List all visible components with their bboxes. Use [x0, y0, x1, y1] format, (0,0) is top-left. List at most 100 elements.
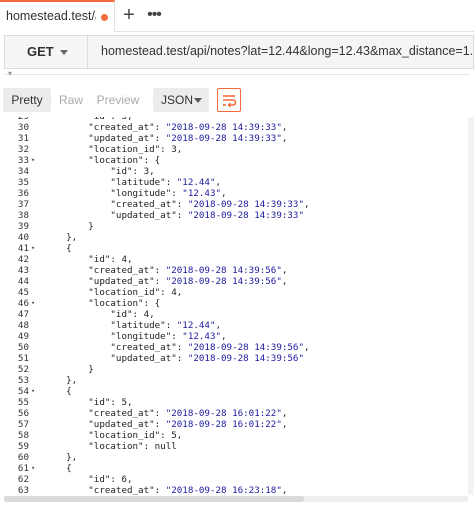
code-text: "id": 6, [44, 474, 133, 485]
line-number: 31 [17, 133, 29, 144]
code-line: 61 ▾ { [0, 463, 468, 474]
code-text: }, [44, 232, 78, 243]
new-tab-button[interactable]: + [117, 3, 141, 27]
code-line: 57 "updated_at": "2018-09-28 16:01:22", [0, 419, 468, 430]
horizontal-scrollbar[interactable] [4, 496, 468, 502]
line-number: 47 [17, 309, 29, 320]
code-text: "id": 4, [44, 309, 155, 320]
code-line: 42 "id": 4, [0, 254, 468, 265]
code-text: { [44, 463, 72, 474]
code-line: 48 "latitude": "12.44", [0, 320, 468, 331]
line-number: 40 [17, 232, 29, 243]
code-line: 55 "id": 5, [0, 397, 468, 408]
line-number: 38 [17, 210, 29, 221]
code-text: "created_at": "2018-09-28 14:39:56", [44, 265, 288, 276]
code-text: "longitude": "12.43", [44, 188, 227, 199]
line-number: 61 [17, 463, 29, 474]
code-line: 60 }, [0, 452, 468, 463]
tab-title: homestead.test/api/lo [6, 9, 96, 23]
line-number: 62 [17, 474, 29, 485]
line-number: 37 [17, 199, 29, 210]
chevron-down-icon [60, 50, 68, 55]
wrap-lines-icon [223, 95, 237, 108]
line-number: 56 [17, 408, 29, 419]
collapse-caret-icon[interactable]: ▾ [8, 69, 12, 78]
fold-toggle-icon[interactable]: ▾ [31, 463, 35, 474]
line-number: 33 [17, 155, 29, 166]
code-line: 37 "created_at": "2018-09-28 14:39:33", [0, 199, 468, 210]
code-line: 44 "updated_at": "2018-09-28 14:39:56", [0, 276, 468, 287]
line-number: 34 [17, 166, 29, 177]
code-line: 40 }, [0, 232, 468, 243]
code-line: 45 "location_id": 4, [0, 287, 468, 298]
line-number: 32 [17, 144, 29, 155]
line-number: 46 [17, 298, 29, 309]
format-label: JSON [161, 93, 194, 107]
fold-toggle-icon[interactable]: ▾ [31, 386, 35, 397]
response-toolbar: Pretty Raw Preview JSON [0, 84, 474, 116]
line-number: 36 [17, 188, 29, 199]
code-line: 51 "updated_at": "2018-09-28 14:39:56" [0, 353, 468, 364]
view-pretty-button[interactable]: Pretty [3, 88, 51, 112]
request-tab[interactable]: homestead.test/api/lo [0, 0, 115, 32]
line-number: 52 [17, 364, 29, 375]
fold-toggle-icon[interactable]: ▾ [31, 155, 35, 166]
code-text: "longitude": "12.43", [44, 331, 227, 342]
format-select[interactable]: JSON [153, 88, 209, 112]
unsaved-dot-icon [101, 14, 108, 21]
url-input[interactable]: homestead.test/api/notes?lat=12.44&long=… [101, 44, 474, 58]
line-number: 48 [17, 320, 29, 331]
method-select[interactable]: GET [5, 36, 88, 68]
code-line: 39 } [0, 221, 468, 232]
code-line: 34 "id": 3, [0, 166, 468, 177]
code-text: { [44, 386, 72, 397]
code-line: 32 "location_id": 3, [0, 144, 468, 155]
code-line: 31 "updated_at": "2018-09-28 14:39:33", [0, 133, 468, 144]
code-text: }, [44, 452, 78, 463]
line-number: 63 [17, 485, 29, 495]
code-line: 56 "created_at": "2018-09-28 16:01:22", [0, 408, 468, 419]
code-line: 47 "id": 4, [0, 309, 468, 320]
code-text: "location_id": 4, [44, 287, 183, 298]
line-number: 57 [17, 419, 29, 430]
code-line: 59 "location": null [0, 441, 468, 452]
code-text: "updated_at": "2018-09-28 14:39:56", [44, 276, 288, 287]
code-text: }, [44, 375, 78, 386]
code-text: "updated_at": "2018-09-28 16:01:22", [44, 419, 288, 430]
scrollbar-thumb[interactable] [4, 496, 304, 502]
code-line: 33 ▾ "location": { [0, 155, 468, 166]
code-line: 41 ▾ { [0, 243, 468, 254]
code-line: 54 ▾ { [0, 386, 468, 397]
vertical-scrollbar[interactable] [468, 117, 474, 495]
code-text: "created_at": "2018-09-28 16:23:18", [44, 485, 288, 495]
code-line: 49 "longitude": "12.43", [0, 331, 468, 342]
view-raw-button[interactable]: Raw [54, 88, 88, 112]
line-number: 35 [17, 177, 29, 188]
wrap-lines-button[interactable] [217, 88, 241, 112]
code-line: 30 "created_at": "2018-09-28 14:39:33", [0, 122, 468, 133]
code-line: 52 } [0, 364, 468, 375]
method-label: GET [27, 44, 54, 59]
fold-toggle-icon[interactable]: ▾ [31, 298, 35, 309]
line-number: 60 [17, 452, 29, 463]
code-text: "created_at": "2018-09-28 16:01:22", [44, 408, 288, 419]
response-body[interactable]: 29 "id": 3,30 "created_at": "2018-09-28 … [0, 117, 468, 495]
fold-toggle-icon[interactable]: ▾ [31, 243, 35, 254]
line-number: 42 [17, 254, 29, 265]
code-line: 46 ▾ "location": { [0, 298, 468, 309]
line-number: 58 [17, 430, 29, 441]
line-number: 43 [17, 265, 29, 276]
view-preview-button[interactable]: Preview [94, 88, 142, 112]
code-text: "updated_at": "2018-09-28 14:39:33" [44, 210, 304, 221]
code-text: "updated_at": "2018-09-28 14:39:56" [44, 353, 304, 364]
line-number: 30 [17, 122, 29, 133]
tab-bar: homestead.test/api/lo + ••• [0, 0, 474, 32]
more-tabs-button[interactable]: ••• [142, 3, 166, 27]
line-number: 49 [17, 331, 29, 342]
code-line: 62 "id": 6, [0, 474, 468, 485]
line-number: 44 [17, 276, 29, 287]
code-text: "created_at": "2018-09-28 14:39:56", [44, 342, 310, 353]
line-number: 55 [17, 397, 29, 408]
line-number: 53 [17, 375, 29, 386]
line-number: 50 [17, 342, 29, 353]
